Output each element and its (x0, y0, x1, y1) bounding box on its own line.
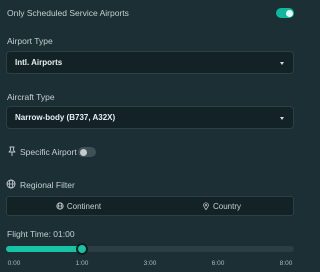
continent-label: Continent (66, 201, 102, 211)
country-label: Country (212, 201, 241, 211)
airport-type-value: Intl. Airports (15, 58, 63, 67)
specific-airport-label: Specific Airport (20, 147, 77, 157)
slider-tick-label: 6:00 (211, 260, 225, 267)
globe-icon (56, 202, 64, 210)
airport-type-select[interactable]: Intl. Airports (6, 51, 294, 74)
aircraft-type-value: Narrow-body (B737, A32X) (15, 113, 116, 122)
caret-down-icon (280, 117, 284, 120)
slider-fill (6, 246, 82, 252)
specific-airport-toggle[interactable] (78, 147, 96, 157)
location-pin-icon (203, 202, 209, 210)
slider-tick-label: 8:00 (279, 260, 293, 267)
scheduled-service-row: Only Scheduled Service Airports (0, 6, 300, 20)
specific-airport-row: Specific Airport (0, 145, 300, 159)
regional-filter-label: Regional Filter (20, 180, 75, 190)
regional-filter-segmented: Continent Country (6, 196, 294, 216)
caret-down-icon (280, 62, 284, 65)
aircraft-type-label: Aircraft Type (7, 92, 55, 102)
country-button[interactable]: Country (150, 197, 293, 215)
aircraft-type-select[interactable]: Narrow-body (B737, A32X) (6, 106, 294, 129)
globe-icon (6, 179, 16, 189)
slider-tick-label: 0:00 (7, 260, 21, 267)
flight-time-label: Flight Time: 01:00 (7, 229, 75, 239)
slider-tick-label: 3:00 (143, 260, 157, 267)
slider-tick-label: 1:00 (75, 260, 89, 267)
scheduled-service-label: Only Scheduled Service Airports (7, 8, 129, 18)
flight-time-slider[interactable] (6, 243, 294, 255)
toggle-knob (79, 148, 87, 156)
scheduled-service-toggle[interactable] (276, 8, 294, 18)
airport-type-label: Airport Type (7, 36, 53, 46)
continent-button[interactable]: Continent (7, 197, 150, 215)
regional-filter-row: Regional Filter (0, 178, 300, 192)
toggle-knob (285, 9, 293, 17)
pin-icon (8, 146, 16, 156)
slider-thumb[interactable] (76, 243, 88, 255)
